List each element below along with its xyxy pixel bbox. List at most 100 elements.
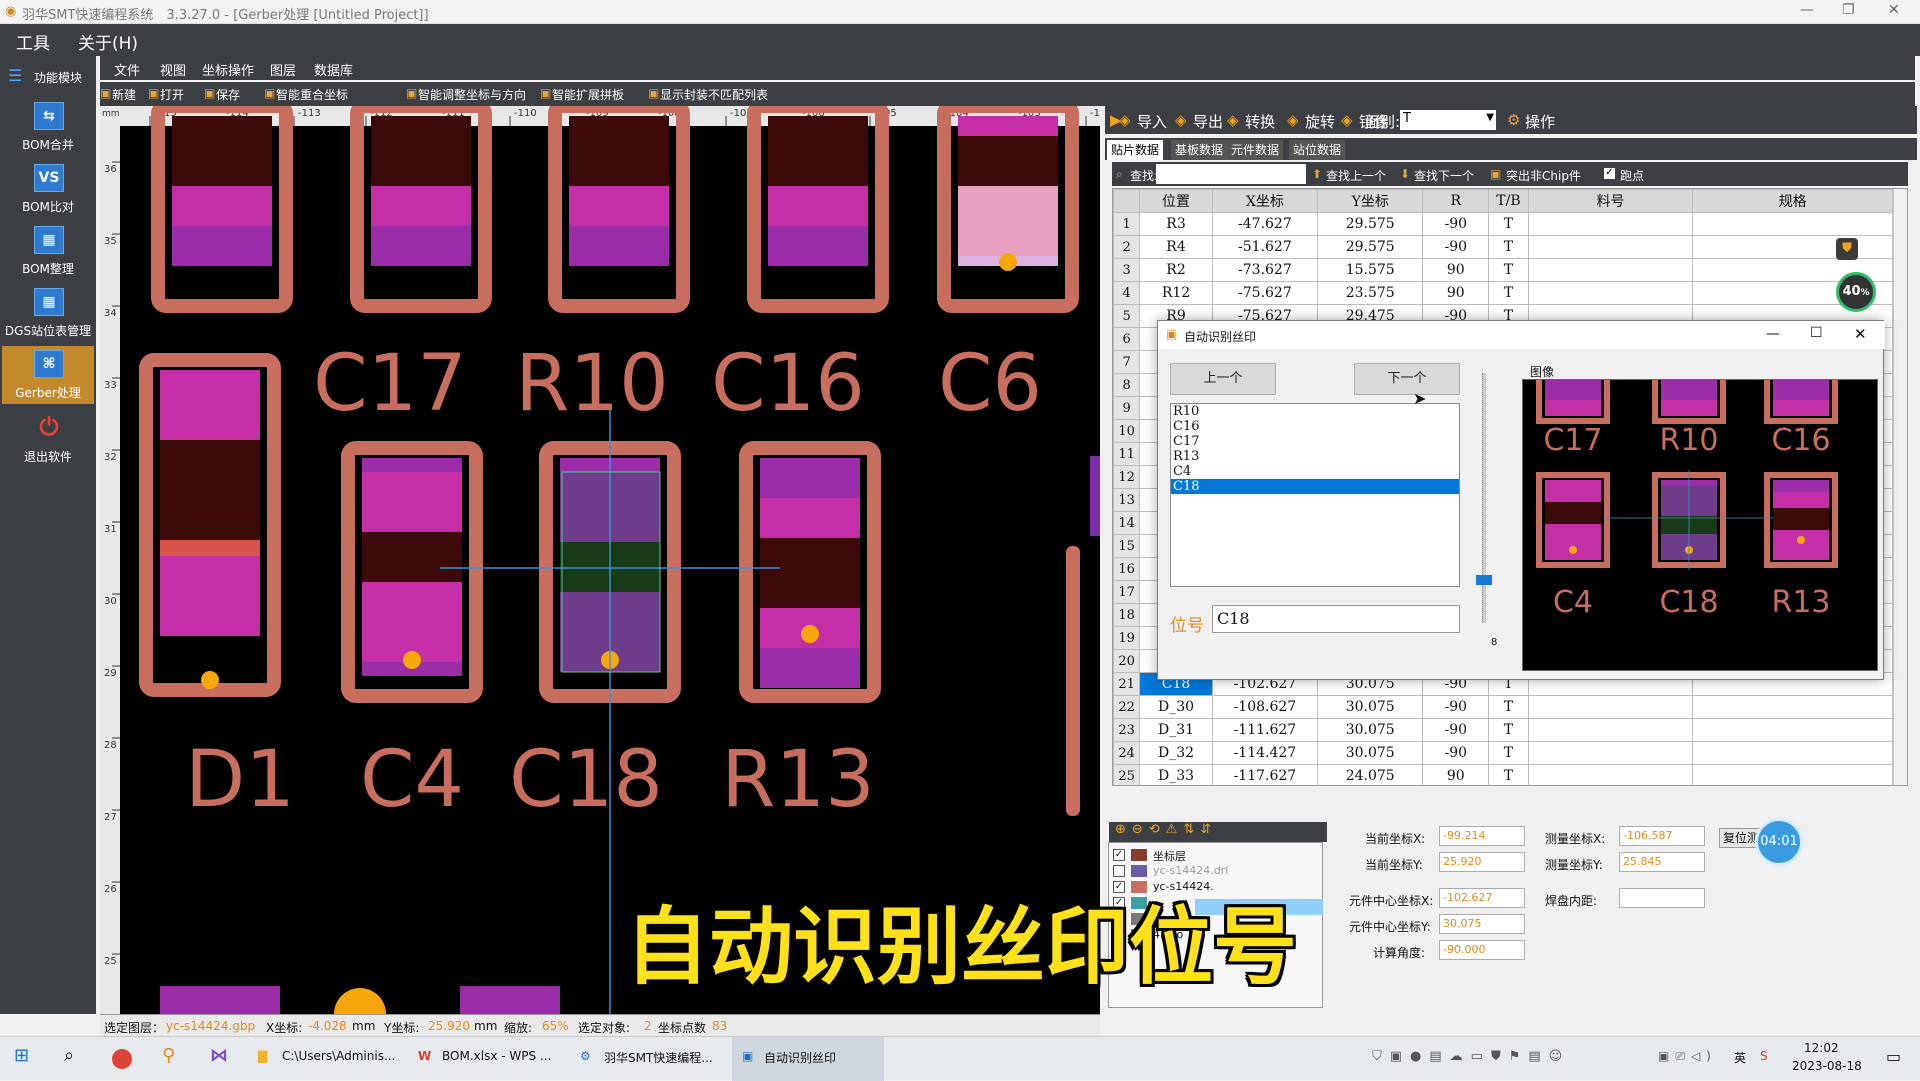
ops-menu[interactable]: 操作 bbox=[1525, 111, 1555, 132]
nav-item-vs[interactable]: VS BOM比对 bbox=[2, 160, 94, 218]
taskbar-explorer[interactable]: C:\Users\Adminis... bbox=[282, 1049, 395, 1063]
menu-tools[interactable]: 工具 bbox=[16, 29, 50, 54]
d1-component[interactable] bbox=[139, 353, 281, 697]
prev-button[interactable]: 上一个 bbox=[1170, 363, 1276, 395]
right-tool-2[interactable]: 转换 bbox=[1245, 111, 1275, 132]
column-header[interactable]: T/B bbox=[1488, 189, 1529, 213]
r13-component[interactable] bbox=[739, 441, 881, 703]
toolbar-button-1[interactable]: 打开 bbox=[160, 86, 184, 103]
restore-icon[interactable]: ❐ bbox=[1842, 2, 1855, 18]
table-row[interactable]: 22 D_30 -108.627 30.075 -90 T bbox=[1113, 695, 1893, 719]
taskbar-smt[interactable]: 羽华SMT快速编程... bbox=[604, 1049, 713, 1066]
tab-3[interactable]: 站位数据 bbox=[1289, 140, 1346, 160]
column-header[interactable] bbox=[1113, 189, 1141, 213]
pcb-canvas[interactable]: -115 -114 -113 -112 -111 -110 -109 -108 -107 -106… bbox=[100, 106, 1100, 1014]
table-row[interactable]: 3 R2 -73.627 15.575 90 T bbox=[1113, 258, 1893, 282]
close-icon[interactable]: ✕ bbox=[1854, 325, 1867, 343]
tab-2[interactable]: 元件数据 bbox=[1227, 140, 1284, 160]
column-header[interactable]: 料号 bbox=[1527, 189, 1694, 213]
minimize-icon[interactable]: — bbox=[1766, 326, 1780, 342]
nav-item-power[interactable]: ⏻ 退出软件 bbox=[2, 410, 94, 468]
menu-4[interactable]: 数据库 bbox=[314, 60, 353, 79]
tab-0[interactable]: 贴片数据 bbox=[1107, 140, 1164, 160]
angle-field[interactable]: -90.000 bbox=[1439, 940, 1525, 960]
column-header[interactable]: R bbox=[1422, 189, 1490, 213]
meas-y-field[interactable]: 25.845 bbox=[1619, 852, 1705, 872]
toolbar-button-2[interactable]: 保存 bbox=[216, 86, 240, 103]
right-tool-0[interactable]: 导入 bbox=[1137, 111, 1167, 132]
layer-checkbox[interactable]: ✓ bbox=[1113, 849, 1125, 861]
column-header[interactable]: Y坐标 bbox=[1317, 189, 1424, 213]
toolbar-button-4[interactable]: 智能调整坐标与方向 bbox=[418, 86, 526, 103]
side-select[interactable]: T ▼ bbox=[1400, 110, 1496, 130]
chrome-icon[interactable] bbox=[112, 1049, 132, 1069]
toolbar-button-0[interactable]: 新建 bbox=[112, 86, 136, 103]
table-row[interactable]: 23 D_31 -111.627 30.075 -90 T bbox=[1113, 718, 1893, 742]
cx-field[interactable]: -102.627 bbox=[1439, 888, 1525, 908]
layer-toolbar[interactable]: ⊕⊖⟲⚠⇅⇵ bbox=[1109, 822, 1327, 842]
right-tool-4[interactable]: 镜像 bbox=[1359, 111, 1389, 132]
list-item[interactable]: C16 bbox=[1171, 419, 1459, 434]
search-app-icon[interactable]: ⚲ bbox=[162, 1045, 175, 1066]
toolbar-button-3[interactable]: 智能重合坐标 bbox=[276, 86, 348, 103]
toolbar-button-5[interactable]: 智能扩展拼板 bbox=[552, 86, 624, 103]
menu-2[interactable]: 坐标操作 bbox=[202, 60, 254, 79]
threshold-slider-track[interactable] bbox=[1482, 373, 1486, 623]
nav-item-gerber[interactable]: ⌘ Gerber处理 bbox=[2, 346, 94, 404]
table-row[interactable]: 25 D_33 -117.627 24.075 90 T bbox=[1113, 764, 1893, 785]
column-header[interactable]: 位置 bbox=[1139, 189, 1213, 213]
column-header[interactable]: 规格 bbox=[1692, 189, 1893, 213]
menu-0[interactable]: 文件 bbox=[114, 60, 140, 79]
highlight-nonchip-button[interactable]: 突出非Chip件 bbox=[1506, 167, 1581, 184]
cur-y-field[interactable]: 25.920 bbox=[1439, 852, 1525, 872]
search-icon[interactable]: ⌕ bbox=[64, 1045, 74, 1066]
find-prev-button[interactable]: 查找上一个 bbox=[1326, 167, 1386, 184]
ime-indicator[interactable]: 英 bbox=[1734, 1049, 1746, 1066]
toolbar-button-6[interactable]: 显示封装不匹配列表 bbox=[660, 86, 768, 103]
c-top-4[interactable] bbox=[747, 106, 889, 313]
tray-icons[interactable]: ⛉▣●▤☁▭⛊⚑▤☺ bbox=[1372, 1049, 1570, 1064]
notification-icon[interactable]: ▭ bbox=[1886, 1047, 1901, 1066]
find-next-button[interactable]: 查找下一个 bbox=[1414, 167, 1474, 184]
c4-component[interactable] bbox=[341, 441, 483, 703]
list-item[interactable]: C4 bbox=[1171, 464, 1459, 479]
maximize-icon[interactable]: ☐ bbox=[1810, 325, 1823, 341]
column-header[interactable]: X坐标 bbox=[1211, 189, 1319, 213]
minimize-icon[interactable]: — bbox=[1800, 2, 1814, 18]
cur-x-field[interactable]: -99.214 bbox=[1439, 826, 1525, 846]
find-input[interactable] bbox=[1156, 164, 1306, 184]
c-top-1[interactable] bbox=[151, 106, 293, 313]
c-top-3[interactable] bbox=[548, 106, 690, 313]
pos-input[interactable]: C18 bbox=[1212, 605, 1460, 633]
right-tool-1[interactable]: 导出 bbox=[1193, 111, 1223, 132]
meas-x-field[interactable]: -106.587 bbox=[1619, 826, 1705, 846]
menu-about[interactable]: 关于(H) bbox=[78, 29, 138, 54]
next-button[interactable]: 下一个 bbox=[1354, 363, 1460, 395]
table-row[interactable]: 2 R4 -51.627 29.575 -90 T bbox=[1113, 235, 1893, 259]
run-checkbox[interactable]: ✓ bbox=[1604, 168, 1615, 179]
taskbar-wps[interactable]: BOM.xlsx - WPS ... bbox=[442, 1049, 551, 1063]
nav-item-grid[interactable]: ▦ BOM整理 bbox=[2, 222, 94, 280]
menu-1[interactable]: 视图 bbox=[160, 60, 186, 79]
cy-field[interactable]: 30.075 bbox=[1439, 914, 1525, 934]
taskbar-dialog[interactable]: 自动识别丝印 bbox=[764, 1049, 836, 1066]
system-icons[interactable]: ▣⎚◁) bbox=[1658, 1049, 1717, 1064]
list-item[interactable]: C17 bbox=[1171, 434, 1459, 449]
designator-list[interactable]: R10 C16 C17 R13 C4 C18 bbox=[1170, 403, 1460, 587]
table-row[interactable]: 1 R3 -47.627 29.575 -90 T bbox=[1113, 212, 1893, 236]
layer-checkbox[interactable] bbox=[1113, 865, 1125, 877]
list-item[interactable]: C18 bbox=[1171, 479, 1459, 494]
c6-component[interactable] bbox=[937, 106, 1079, 313]
table-row[interactable]: 4 R12 -75.627 23.575 90 T bbox=[1113, 281, 1893, 305]
table-row[interactable]: 24 D_32 -114.427 30.075 -90 T bbox=[1113, 741, 1893, 765]
pad-field[interactable] bbox=[1619, 888, 1705, 908]
menu-3[interactable]: 图层 bbox=[270, 60, 296, 79]
threshold-slider-thumb[interactable] bbox=[1476, 575, 1492, 585]
nav-item-merge[interactable]: ⇆ BOM合并 bbox=[2, 98, 94, 156]
list-item[interactable]: R13 bbox=[1171, 449, 1459, 464]
close-icon[interactable]: ✕ bbox=[1888, 2, 1900, 18]
right-tool-3[interactable]: 旋转 bbox=[1305, 111, 1335, 132]
tab-1[interactable]: 基板数据 bbox=[1171, 140, 1228, 160]
nav-item-table[interactable]: ▦ DGS站位表管理 bbox=[2, 284, 94, 342]
visual-studio-icon[interactable]: ⋈ bbox=[210, 1045, 228, 1066]
